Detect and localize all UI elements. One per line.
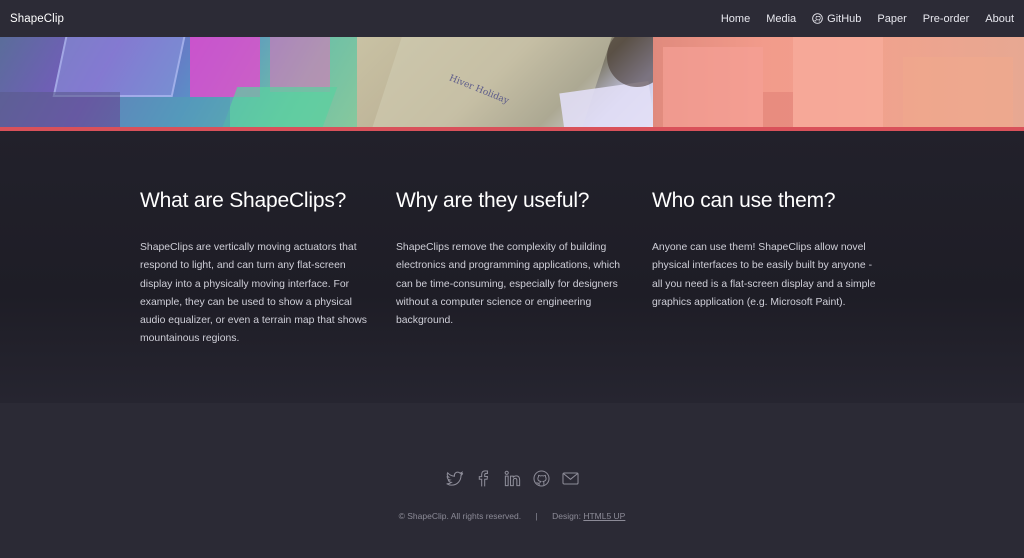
nav-github[interactable]: GitHub — [812, 13, 861, 25]
github-icon — [812, 13, 823, 24]
twitter-icon[interactable] — [445, 469, 464, 488]
nav-home[interactable]: Home — [721, 13, 750, 25]
feature-who: Who can use them? Anyone can use them! S… — [652, 188, 884, 312]
facebook-icon[interactable] — [474, 469, 493, 488]
github-icon[interactable] — [532, 469, 551, 488]
design-label: Design: — [552, 511, 581, 521]
feature-who-body: Anyone can use them! ShapeClips allow no… — [652, 242, 876, 308]
main-nav: Home Media GitHub Paper Pre-order About — [705, 13, 1014, 25]
feature-why: Why are they useful? ShapeClips remove t… — [396, 188, 628, 330]
nav-media[interactable]: Media — [766, 13, 796, 25]
top-navbar: ShapeClip Home Media GitHub Paper Pre-or… — [0, 0, 1024, 37]
banner-photo-right — [653, 37, 1024, 128]
copyright-line: © ShapeClip. All rights reserved. | Desi… — [0, 511, 1024, 521]
design-credit-link[interactable]: HTML5 UP — [583, 511, 625, 521]
footer: © ShapeClip. All rights reserved. | Desi… — [0, 403, 1024, 558]
brand-logo-text[interactable]: ShapeClip — [10, 13, 64, 25]
banner-photo-middle: Hiver Holiday — [357, 37, 653, 128]
email-icon[interactable] — [561, 469, 580, 488]
footer-separator: | — [535, 511, 538, 521]
banner-photo-left — [0, 37, 357, 128]
features-section: What are ShapeClips? ShapeClips are vert… — [0, 131, 1024, 403]
feature-who-title: Who can use them? — [652, 189, 836, 212]
feature-what: What are ShapeClips? ShapeClips are vert… — [140, 188, 372, 349]
nav-about[interactable]: About — [985, 13, 1014, 25]
banner-photo-strip: Hiver Holiday — [0, 37, 1024, 128]
nav-github-label: GitHub — [827, 12, 862, 25]
feature-what-title: What are ShapeClips? — [140, 189, 347, 212]
copyright-text: © ShapeClip. All rights reserved. — [398, 511, 522, 521]
nav-paper[interactable]: Paper — [877, 13, 906, 25]
nav-preorder[interactable]: Pre-order — [923, 13, 969, 25]
social-links — [0, 469, 1024, 488]
feature-why-body: ShapeClips remove the complexity of buil… — [396, 242, 621, 327]
feature-why-title: Why are they useful? — [396, 189, 590, 212]
feature-what-body: ShapeClips are vertically moving actuato… — [140, 242, 367, 345]
linkedin-icon[interactable] — [503, 469, 522, 488]
